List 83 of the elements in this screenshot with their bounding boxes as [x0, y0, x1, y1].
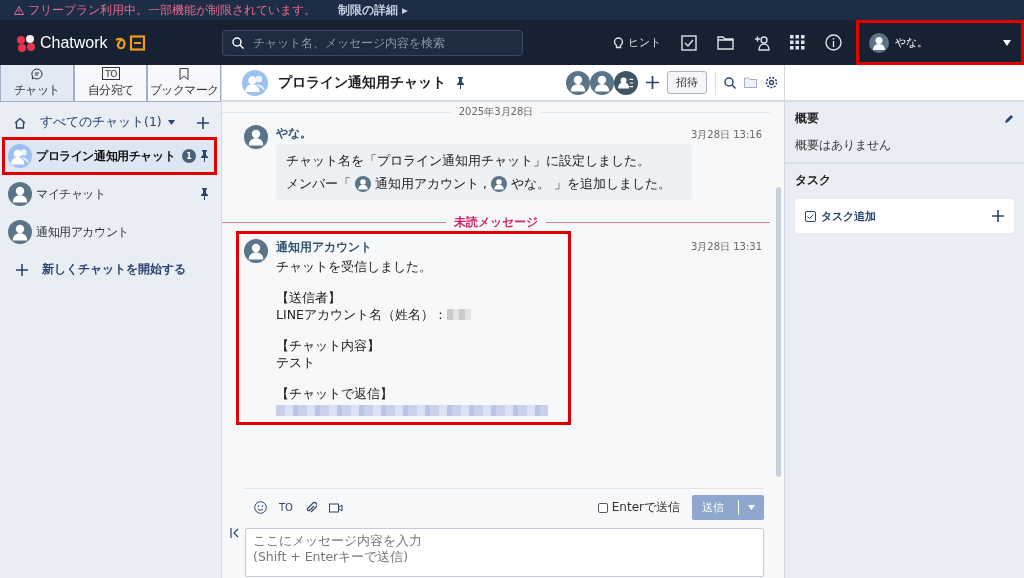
message-line: チャット名を「プロライン通知用チャット」に設定しました。	[286, 152, 651, 169]
member-avatar-icon	[491, 175, 507, 192]
message-line: メンバー「	[286, 175, 351, 192]
lightbulb-icon	[613, 36, 624, 49]
plan-warning: フリープラン利用中。一部機能が制限されています。	[14, 2, 316, 18]
plus-icon[interactable]	[197, 116, 209, 129]
video-icon[interactable]	[329, 502, 343, 513]
pin-icon[interactable]	[200, 150, 209, 162]
member-avatar-icon	[590, 70, 614, 95]
room-title: プロライン通知用チャット	[278, 73, 446, 92]
sender-avatar-icon	[244, 125, 268, 149]
sidebar-tab[interactable]: チャット	[0, 65, 74, 102]
unread-count: 1	[182, 149, 196, 163]
plus-icon[interactable]	[16, 263, 28, 276]
task-checkbox-icon[interactable]	[681, 34, 697, 51]
member-avatar-icon	[355, 175, 371, 192]
sender-name[interactable]: やな。	[276, 125, 312, 142]
pin-icon[interactable]	[200, 188, 209, 200]
add-task-button[interactable]: タスク追加	[795, 199, 1014, 233]
section-title: 概要	[795, 110, 819, 127]
warning-icon	[14, 5, 24, 15]
search-icon[interactable]	[724, 76, 736, 89]
new-chat-button[interactable]: 新しくチャットを開始する	[0, 251, 221, 278]
logo-icon	[16, 33, 36, 52]
task-checkbox-icon	[805, 210, 816, 222]
edit-pencil-icon[interactable]	[1004, 113, 1014, 124]
sender-name[interactable]: 通知用アカウント	[276, 239, 372, 256]
to-icon: TO	[101, 67, 120, 80]
message-input[interactable]: ここにメッセージ内容を入力 (Shift + Enterキーで送信)	[245, 528, 764, 577]
attachment-icon[interactable]	[305, 501, 317, 514]
chat-list-item[interactable]: プロライン通知用チャット 1	[2, 137, 217, 175]
message-line: 」を追加しました。	[554, 175, 671, 192]
message-line: テスト	[276, 354, 316, 371]
redacted-block	[446, 309, 471, 320]
chat-list-item[interactable]: 通知用アカウント	[2, 213, 217, 251]
user-avatar-icon	[869, 32, 889, 53]
search-field[interactable]: チャット名、メッセージ内容を検索	[222, 29, 523, 56]
date-separator: 2025年3月28日	[222, 102, 770, 119]
to-button[interactable]: TO	[279, 502, 293, 513]
info-icon[interactable]	[825, 34, 842, 51]
plan-details-link[interactable]: 制限の詳細 ▸	[338, 2, 408, 18]
chat-list-item[interactable]: マイチャット	[2, 175, 217, 213]
logo-text[interactable]: Chatwork	[40, 33, 108, 52]
plus-icon[interactable]	[646, 76, 659, 89]
settings-icon[interactable]	[765, 76, 778, 89]
caret-icon	[748, 505, 755, 510]
caret-icon	[167, 120, 175, 125]
search-icon	[232, 36, 244, 49]
plus-icon[interactable]	[992, 210, 1004, 222]
home-icon	[14, 116, 26, 129]
invite-button[interactable]: 招待	[667, 71, 707, 94]
message-time: 3月28日 13:16	[690, 128, 762, 142]
unread-divider: 未読メッセージ	[222, 214, 770, 231]
message-line: 【送信者】	[276, 289, 342, 306]
member-name[interactable]: やな。	[511, 175, 550, 192]
caret-icon	[1003, 39, 1011, 46]
chat-filter-dropdown[interactable]: すべてのチャット(1)	[40, 114, 175, 131]
member-name[interactable]: 通知用アカウント	[375, 175, 479, 192]
enter-send-checkbox[interactable]: Enterで送信	[597, 499, 680, 516]
sender-avatar-icon	[244, 239, 268, 263]
message-time: 3月28日 13:31	[690, 240, 762, 254]
sidebar-tab[interactable]: ブックマーク	[147, 65, 221, 102]
add-contact-icon[interactable]	[754, 34, 770, 51]
chat-bubble-icon	[30, 67, 43, 80]
hint-button[interactable]: ヒント	[613, 35, 661, 50]
separator: ,	[483, 175, 487, 192]
overview-text: 概要はありません	[795, 137, 892, 154]
bookmark-icon	[179, 67, 190, 80]
message-line: 【チャット内容】	[276, 337, 381, 354]
member-list-icon[interactable]	[614, 70, 638, 95]
room-avatar-icon	[242, 69, 268, 96]
emoji-icon[interactable]	[254, 501, 267, 514]
grid-menu-icon[interactable]	[790, 35, 805, 50]
message-line: LINEアカウント名（姓名）：	[276, 306, 447, 323]
message-line: チャットを受信しました。	[276, 258, 433, 275]
section-title: タスク	[795, 172, 832, 189]
collapse-icon[interactable]	[230, 528, 239, 538]
sidebar-tab[interactable]: TO 自分宛て	[73, 65, 148, 102]
member-avatar-icon	[566, 70, 590, 95]
user-menu[interactable]: やな。	[856, 20, 1024, 65]
pin-icon[interactable]	[456, 76, 465, 89]
scrollbar-thumb[interactable]	[776, 187, 781, 477]
message-line: 【チャットで返信】	[276, 385, 394, 402]
